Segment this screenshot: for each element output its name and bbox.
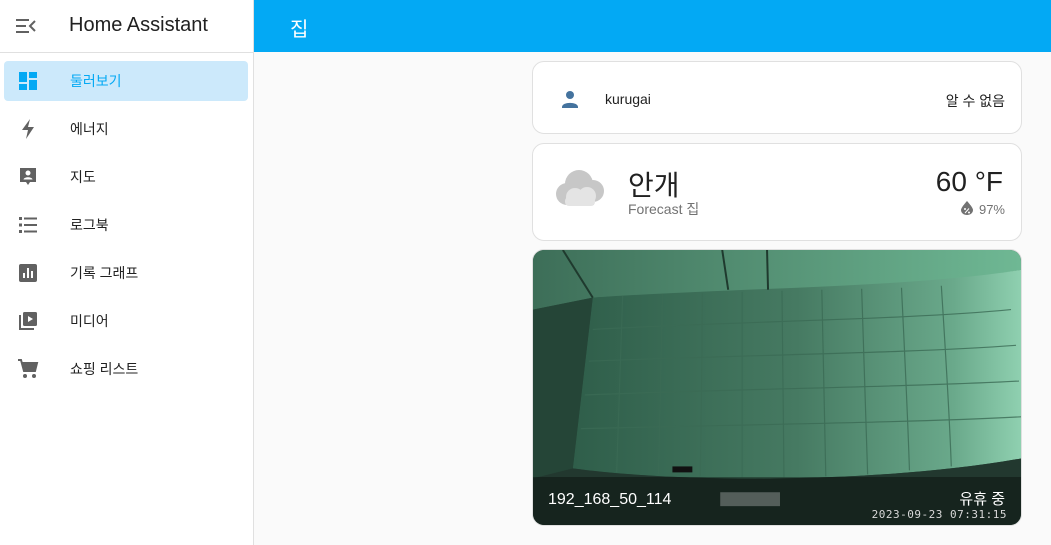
menu-collapse-icon — [16, 19, 36, 33]
sidebar-item-label: 쇼핑 리스트 — [70, 361, 139, 377]
sidebar: Home Assistant 둘러보기 에너지 지도 로그북 기록 그래프 미디… — [0, 0, 254, 545]
sidebar-item-media[interactable]: 미디어 — [4, 301, 248, 341]
weather-card[interactable]: 안개 Forecast 집 60 °F 97% — [532, 143, 1022, 241]
menu-toggle-button[interactable] — [14, 14, 38, 38]
camera-card[interactable]: 192_168_50_114 유휴 중 2023-09-23 07:31:15 — [532, 249, 1022, 526]
person-state: 알 수 없음 — [945, 93, 1005, 109]
weather-entity-name: Forecast 집 — [628, 201, 700, 217]
list-icon — [16, 213, 40, 237]
water-percent-icon — [960, 201, 973, 218]
sidebar-item-label: 둘러보기 — [70, 73, 122, 89]
sidebar-item-overview[interactable]: 둘러보기 — [4, 61, 248, 101]
person-card[interactable]: kurugai 알 수 없음 — [532, 61, 1022, 134]
sidebar-item-label: 기록 그래프 — [70, 265, 139, 281]
app-title: Home Assistant — [69, 14, 208, 36]
humidity-value: 97% — [978, 202, 1005, 217]
sidebar-item-history[interactable]: 기록 그래프 — [4, 253, 248, 293]
chart-box-icon — [16, 261, 40, 285]
play-box-multiple-icon — [16, 309, 40, 333]
sidebar-item-logbook[interactable]: 로그북 — [4, 205, 248, 245]
sidebar-header: Home Assistant — [0, 0, 253, 53]
person-name: kurugai — [605, 91, 651, 107]
camera-state: 유휴 중 — [959, 491, 1005, 508]
sidebar-item-shopping-list[interactable]: 쇼핑 리스트 — [4, 349, 248, 389]
cart-icon — [16, 357, 40, 381]
sidebar-item-label: 미디어 — [70, 313, 109, 329]
sidebar-item-map[interactable]: 지도 — [4, 157, 248, 197]
sidebar-item-label: 지도 — [70, 169, 96, 185]
cloud-icon — [553, 164, 609, 212]
lightning-bolt-icon — [16, 117, 40, 141]
page-title: 집 — [290, 19, 309, 41]
sidebar-item-energy[interactable]: 에너지 — [4, 109, 248, 149]
top-app-bar: 집 — [254, 0, 1051, 52]
camera-timestamp: 2023-09-23 07:31:15 — [871, 508, 1007, 521]
weather-humidity: 97% — [960, 201, 1005, 218]
sidebar-item-label: 에너지 — [70, 121, 109, 137]
weather-condition: 안개 — [628, 170, 680, 201]
map-account-icon — [16, 165, 40, 189]
sidebar-item-label: 로그북 — [70, 217, 109, 233]
camera-name: 192_168_50_114 — [548, 491, 672, 508]
dashboard-icon — [16, 69, 40, 93]
sidebar-nav: 둘러보기 에너지 지도 로그북 기록 그래프 미디어 쇼핑 리스트 — [0, 53, 253, 389]
account-icon — [558, 87, 582, 111]
weather-temperature: 60 °F — [935, 166, 1003, 197]
